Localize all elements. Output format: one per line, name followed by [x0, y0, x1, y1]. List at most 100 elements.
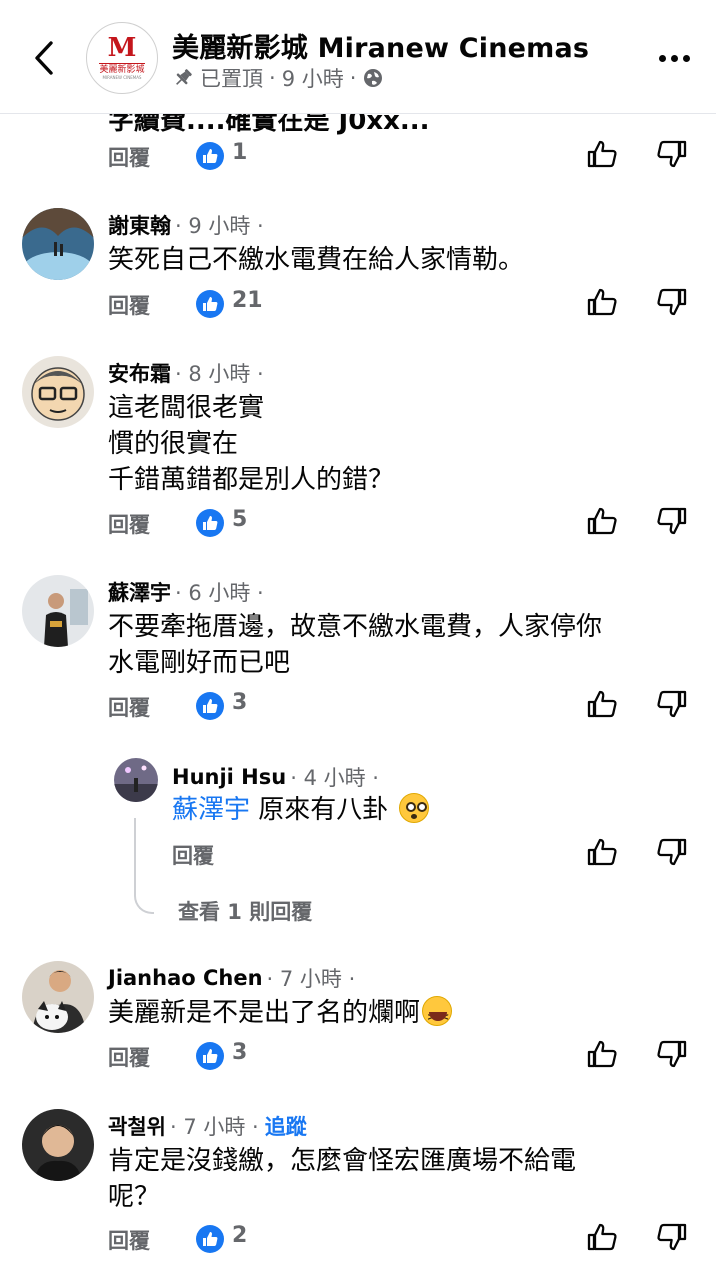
thumb-up-icon[interactable]: [586, 1038, 618, 1070]
pin-icon: [176, 69, 192, 85]
reply-button[interactable]: 回覆: [108, 692, 150, 722]
like-count: 3: [232, 690, 248, 715]
meta-separator: ·: [269, 66, 276, 90]
comment-text: 美麗新是不是出了名的爛啊: [108, 995, 453, 1036]
comment-author[interactable]: Jianhao Chen: [108, 966, 263, 990]
reply-button[interactable]: 回覆: [108, 142, 150, 172]
thumb-down-icon[interactable]: [656, 505, 688, 537]
comment-author-line: 安布霜 · 8 小時 ·: [108, 358, 264, 388]
comment-time: · 6 小時 ·: [175, 581, 264, 605]
like-reaction-icon: [196, 142, 224, 170]
like-count: 1: [232, 140, 248, 165]
comment-author[interactable]: 蘇澤宇: [108, 577, 171, 607]
avatar[interactable]: [22, 208, 94, 280]
comment-author-line: 곽철위 · 7 小時 · 追蹤: [108, 1111, 307, 1141]
comment-text-line: 肯定是沒錢繳，怎麼會怪宏匯廣場不給電: [108, 1146, 577, 1176]
like-count: 2: [232, 1223, 248, 1248]
reply-button[interactable]: 回覆: [172, 840, 214, 870]
comment-time: · 7 小時 ·: [169, 1115, 259, 1139]
flushed-face-emoji-icon: [398, 793, 429, 823]
like-count: 3: [232, 1040, 248, 1065]
comment-time: · 7 小時 ·: [266, 967, 356, 991]
thumb-down-icon[interactable]: [656, 286, 688, 318]
comment-time: · 8 小時 ·: [175, 362, 264, 386]
thumb-up-icon[interactable]: [586, 836, 618, 868]
like-count: 21: [232, 288, 263, 313]
dot-icon: [670, 54, 678, 62]
like-reaction-icon: [196, 1225, 224, 1253]
comment-actions: 回覆 3: [0, 1038, 716, 1078]
post-meta: 已置頂 · 9 小時 ·: [172, 63, 384, 93]
reply-time: · 4 小時 ·: [290, 766, 379, 790]
reply-author-line: Hunji Hsu · 4 小時 ·: [172, 762, 379, 792]
comment-actions: 回覆 1: [0, 138, 716, 178]
avatar[interactable]: [22, 1109, 94, 1181]
pinned-label: 已置頂: [200, 67, 263, 91]
chevron-left-icon: [35, 41, 53, 75]
reply-button[interactable]: 回覆: [108, 1225, 150, 1255]
reply-button[interactable]: 回覆: [108, 290, 150, 320]
like-count: 5: [232, 507, 248, 532]
like-reaction-icon: [196, 290, 224, 318]
comment-text: 笑死自己不繳水電費在給人家情勒。: [108, 245, 525, 275]
post-header: M 美麗新影城 MIRANEW CINEMAS 美麗新影城 Miranew Ci…: [0, 0, 716, 114]
thumb-down-icon[interactable]: [656, 688, 688, 720]
reply-button[interactable]: 回覆: [108, 1042, 150, 1072]
dot-icon: [682, 54, 690, 62]
comment-author-line: Jianhao Chen · 7 小時 ·: [108, 963, 355, 993]
comment-actions: 回覆 5: [0, 505, 716, 545]
comment-author-line: 蘇澤宇 · 6 小時 ·: [108, 577, 264, 607]
thumb-up-icon[interactable]: [586, 138, 618, 170]
thumb-up-icon[interactable]: [586, 505, 618, 537]
comment-author[interactable]: 安布霜: [108, 358, 171, 388]
comment-text-line: 水電剛好而已吧: [108, 648, 291, 678]
comment-author-line: 謝東翰 · 9 小時 ·: [108, 210, 264, 240]
follow-button[interactable]: 追蹤: [265, 1111, 307, 1141]
thumb-down-icon[interactable]: [656, 1221, 688, 1253]
comment-author[interactable]: 곽철위: [108, 1111, 166, 1141]
comment-text-line: 不要牽拖厝邊，故意不繳水電費，人家停你: [108, 612, 603, 642]
reply-author[interactable]: Hunji Hsu: [172, 765, 286, 789]
avatar[interactable]: [22, 575, 94, 647]
comment-text-line: 呢？: [108, 1182, 161, 1212]
reply-button[interactable]: 回覆: [108, 509, 150, 539]
logo-english-text: MIRANEW CINEMAS: [102, 75, 142, 80]
comment-text-line: 這老闆很老實: [108, 393, 265, 423]
comment-author[interactable]: 謝東翰: [108, 210, 171, 240]
logo-chinese-text: 美麗新影城: [99, 63, 145, 75]
page-avatar[interactable]: M 美麗新影城 MIRANEW CINEMAS: [86, 22, 158, 94]
dot-icon: [658, 54, 666, 62]
like-reaction-icon: [196, 1042, 224, 1070]
comment-actions: 回覆 21: [0, 286, 716, 326]
mention-link[interactable]: 蘇澤宇: [172, 795, 250, 825]
comment-text-line: 慣的很實在: [108, 429, 239, 459]
reply-avatar[interactable]: [114, 758, 158, 802]
thumb-up-icon[interactable]: [586, 286, 618, 318]
logo-mark: M: [107, 33, 137, 63]
meta-separator: ·: [349, 66, 357, 90]
thumb-down-icon[interactable]: [656, 1038, 688, 1070]
reply-text-content: 原來有八卦: [250, 795, 389, 825]
reply-text: 蘇澤宇 原來有八卦: [172, 792, 429, 828]
more-options-button[interactable]: [654, 44, 694, 72]
thumb-up-icon[interactable]: [586, 688, 618, 720]
thumb-down-icon[interactable]: [656, 836, 688, 868]
comment-text-content: 美麗新是不是出了名的爛啊: [108, 998, 421, 1028]
thumb-down-icon[interactable]: [656, 138, 688, 170]
laughing-face-emoji-icon: [422, 996, 453, 1036]
avatar[interactable]: [22, 961, 94, 1033]
comment-actions: 回覆 3: [0, 688, 716, 728]
comment-time: · 9 小時 ·: [175, 214, 264, 238]
like-reaction-icon: [196, 509, 224, 537]
comment-actions: 回覆 2: [0, 1221, 716, 1261]
comment-text-line: 千錯萬錯都是別人的錯？: [108, 465, 395, 495]
thumb-up-icon[interactable]: [586, 1221, 618, 1253]
like-reaction-icon: [196, 692, 224, 720]
page-name[interactable]: 美麗新影城 Miranew Cinemas: [172, 26, 589, 65]
view-replies-link[interactable]: 查看 1 則回覆: [178, 896, 312, 926]
globe-icon: [364, 69, 383, 87]
back-button[interactable]: [24, 36, 64, 80]
post-time[interactable]: 9 小時: [282, 63, 344, 93]
avatar[interactable]: [22, 356, 94, 428]
reply-actions: 回覆: [0, 836, 716, 876]
